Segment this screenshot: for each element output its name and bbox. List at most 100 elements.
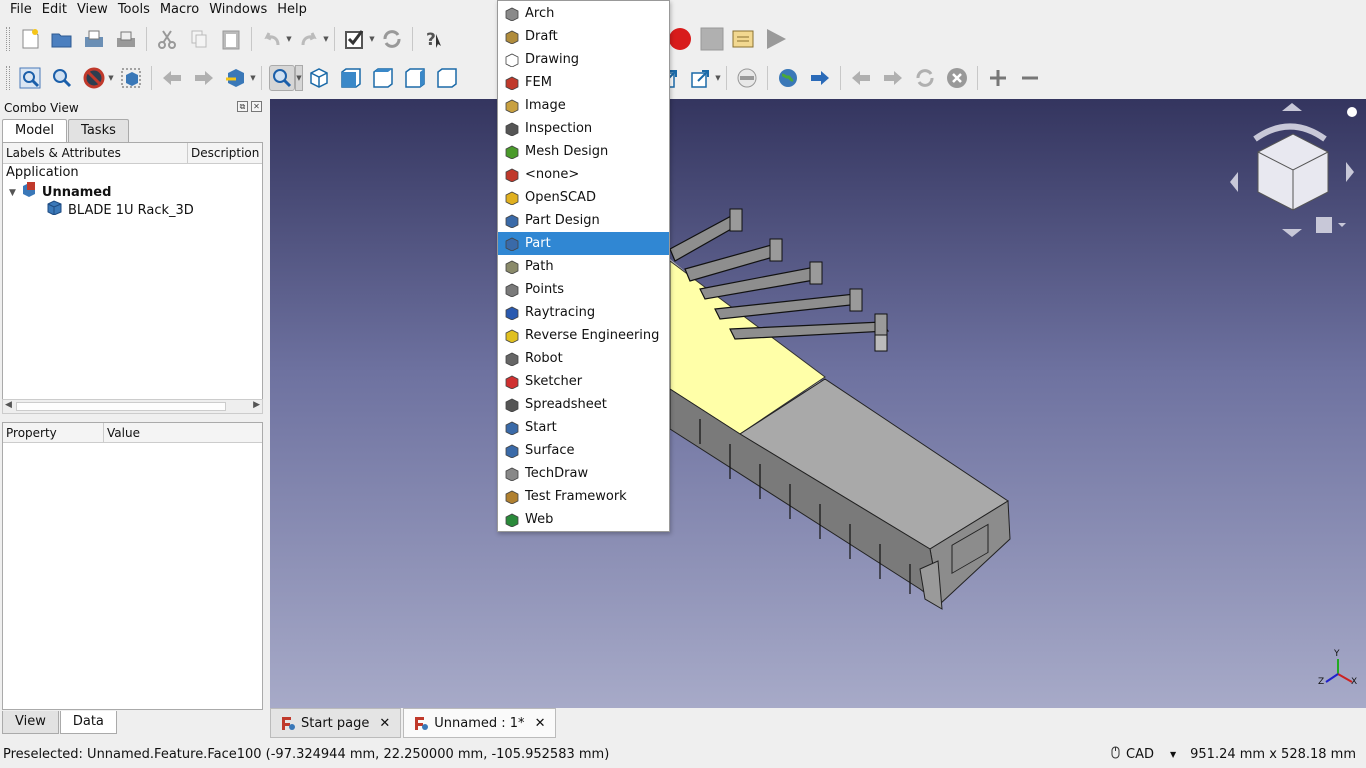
link-actions-icon[interactable] xyxy=(688,65,714,91)
save-icon[interactable] xyxy=(81,26,107,52)
tree-item-part[interactable]: BLADE 1U Rack_3D xyxy=(47,200,194,221)
draw-style-icon[interactable] xyxy=(81,65,107,91)
macro-edit-icon[interactable] xyxy=(731,26,757,52)
navigation-style[interactable]: CAD ▼ xyxy=(1111,746,1176,763)
recompute-icon[interactable] xyxy=(379,26,405,52)
tab-data[interactable]: Data xyxy=(59,711,117,734)
redo-dropdown-icon[interactable]: ▼ xyxy=(322,26,330,52)
workbench-item-image[interactable]: Image xyxy=(498,94,669,117)
scroll-left-icon[interactable]: ◀ xyxy=(5,400,12,410)
view-front-icon[interactable] xyxy=(338,65,364,91)
toolbar-grip[interactable] xyxy=(6,27,10,51)
view-rear-icon[interactable] xyxy=(434,65,460,91)
workbench-item-part-design[interactable]: Part Design xyxy=(498,209,669,232)
menu-file[interactable]: File xyxy=(5,0,37,20)
workbench-item-surface[interactable]: Surface xyxy=(498,439,669,462)
column-header-labels[interactable]: Labels & Attributes xyxy=(3,143,188,163)
workbench-item-drawing[interactable]: Drawing xyxy=(498,48,669,71)
nav-back-icon[interactable] xyxy=(159,65,185,91)
workbench-item-draft[interactable]: Draft xyxy=(498,25,669,48)
workbench-item-reverse-engineering[interactable]: Reverse Engineering xyxy=(498,324,669,347)
navigation-cube[interactable] xyxy=(1230,103,1357,237)
sync-view-icon[interactable] xyxy=(223,65,249,91)
web-stop-icon[interactable] xyxy=(734,65,760,91)
column-header-value[interactable]: Value xyxy=(104,423,262,442)
std-views-menu-icon[interactable] xyxy=(269,65,295,91)
workbench-item-test-framework[interactable]: Test Framework xyxy=(498,485,669,508)
undo-icon[interactable] xyxy=(259,26,285,52)
scroll-thumb[interactable] xyxy=(16,402,226,411)
workbench-item-part[interactable]: Part xyxy=(498,232,669,255)
tab-model[interactable]: Model xyxy=(2,119,68,142)
zoom-out-icon[interactable] xyxy=(1017,65,1043,91)
column-header-description[interactable]: Description xyxy=(188,143,262,163)
copy-icon[interactable] xyxy=(186,26,212,52)
view-isometric-icon[interactable] xyxy=(306,65,332,91)
sync-view-dropdown-icon[interactable]: ▼ xyxy=(249,65,257,91)
save-as-icon[interactable] xyxy=(113,26,139,52)
close-panel-icon[interactable]: ✕ xyxy=(251,101,262,112)
view-right-icon[interactable] xyxy=(402,65,428,91)
workbench-item-start[interactable]: Start xyxy=(498,416,669,439)
paste-icon[interactable] xyxy=(218,26,244,52)
refresh-check-icon[interactable] xyxy=(342,26,368,52)
menu-view[interactable]: View xyxy=(72,0,113,20)
tab-tasks[interactable]: Tasks xyxy=(68,119,129,142)
view-top-icon[interactable] xyxy=(370,65,396,91)
link-actions-dropdown-icon[interactable]: ▼ xyxy=(714,65,722,91)
workbench-item-mesh-design[interactable]: Mesh Design xyxy=(498,140,669,163)
web-go-icon[interactable] xyxy=(807,65,833,91)
menu-macro[interactable]: Macro xyxy=(155,0,204,20)
web-back-icon[interactable] xyxy=(848,65,874,91)
workbench-item-freecad[interactable]: <none> xyxy=(498,163,669,186)
tab-start-page[interactable]: Start page ✕ xyxy=(270,708,402,738)
workbench-item-spreadsheet[interactable]: Spreadsheet xyxy=(498,393,669,416)
close-tab-icon[interactable]: ✕ xyxy=(379,716,390,731)
web-forward-icon[interactable] xyxy=(880,65,906,91)
undo-dropdown-icon[interactable]: ▼ xyxy=(285,26,293,52)
workbench-item-techdraw[interactable]: TechDraw xyxy=(498,462,669,485)
3d-viewport[interactable]: Y Z X xyxy=(270,99,1366,708)
workbench-item-sketcher[interactable]: Sketcher xyxy=(498,370,669,393)
workbench-item-openscad[interactable]: OpenSCAD xyxy=(498,186,669,209)
web-home-icon[interactable] xyxy=(775,65,801,91)
redo-icon[interactable] xyxy=(296,26,322,52)
web-stop-x-icon[interactable] xyxy=(944,65,970,91)
menu-tools[interactable]: Tools xyxy=(113,0,155,20)
workbench-item-inspection[interactable]: Inspection xyxy=(498,117,669,140)
column-header-property[interactable]: Property xyxy=(3,423,104,442)
float-panel-icon[interactable]: ⧉ xyxy=(237,101,248,112)
std-views-dropdown-icon[interactable]: ▼ xyxy=(295,65,303,91)
workbench-item-robot[interactable]: Robot xyxy=(498,347,669,370)
whats-this-icon[interactable]: ? xyxy=(420,26,446,52)
workbench-item-path[interactable]: Path xyxy=(498,255,669,278)
collapse-arrow-icon[interactable]: ▼ xyxy=(9,184,16,202)
workbench-item-fem[interactable]: FEM xyxy=(498,71,669,94)
workbench-item-web[interactable]: Web xyxy=(498,508,669,531)
refresh-dropdown-icon[interactable]: ▼ xyxy=(368,26,376,52)
new-document-icon[interactable] xyxy=(17,26,43,52)
bounding-box-icon[interactable] xyxy=(118,65,144,91)
zoom-in-icon[interactable] xyxy=(985,65,1011,91)
open-folder-icon[interactable] xyxy=(49,26,75,52)
scroll-right-icon[interactable]: ▶ xyxy=(253,400,260,410)
fit-selection-icon[interactable] xyxy=(49,65,75,91)
menu-edit[interactable]: Edit xyxy=(37,0,72,20)
rack-model[interactable] xyxy=(270,99,1366,708)
toolbar-grip[interactable] xyxy=(6,66,10,90)
workbench-item-raytracing[interactable]: Raytracing xyxy=(498,301,669,324)
macro-record-icon[interactable] xyxy=(667,26,693,52)
workbench-item-points[interactable]: Points xyxy=(498,278,669,301)
menu-help[interactable]: Help xyxy=(272,0,312,20)
tree-horizontal-scrollbar[interactable]: ◀ ▶ xyxy=(2,399,263,414)
nav-forward-icon[interactable] xyxy=(191,65,217,91)
tab-unnamed-document[interactable]: Unnamed : 1* ✕ xyxy=(403,708,557,738)
cut-icon[interactable] xyxy=(154,26,180,52)
menu-windows[interactable]: Windows xyxy=(204,0,272,20)
macro-run-icon[interactable] xyxy=(763,26,789,52)
tab-view[interactable]: View xyxy=(2,711,59,734)
workbench-item-arch[interactable]: Arch xyxy=(498,2,669,25)
close-tab-icon[interactable]: ✕ xyxy=(535,716,546,731)
macro-stop-icon[interactable] xyxy=(699,26,725,52)
draw-style-dropdown-icon[interactable]: ▼ xyxy=(107,65,115,91)
